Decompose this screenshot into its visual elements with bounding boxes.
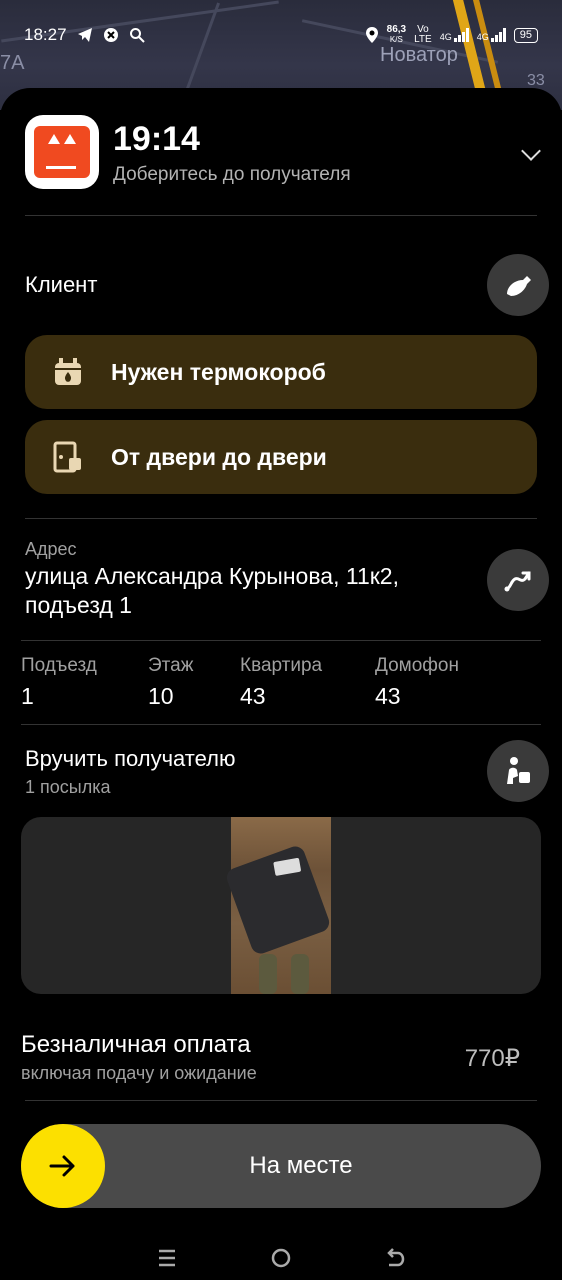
divider — [21, 724, 541, 725]
delivery-app-icon — [25, 115, 99, 189]
tag-label: От двери до двери — [111, 443, 327, 470]
handover-subtitle: 1 посылка — [25, 777, 111, 797]
apartment-label: Квартира — [240, 655, 323, 676]
payment-amount: 770₽ — [464, 1045, 520, 1072]
phone-icon — [507, 276, 531, 296]
back-icon[interactable] — [384, 1247, 406, 1269]
payment-subtitle: включая подачу и ожидание — [21, 1063, 257, 1083]
arrived-slider[interactable]: На месте — [21, 1124, 541, 1208]
tag-door-to-door: От двери до двери — [25, 420, 537, 494]
signal-2: 4G — [477, 28, 506, 42]
eta-subtitle: Доберитесь до получателя — [113, 164, 351, 185]
divider — [25, 518, 537, 519]
thermobox-icon — [55, 358, 81, 385]
entrance-info: Подъезд 1 — [21, 655, 97, 710]
person-with-parcel-icon — [507, 757, 530, 784]
tag-label: Нужен термокороб — [111, 358, 326, 385]
order-header-card[interactable]: 19:14 Доберитесь до получателя — [0, 88, 562, 240]
search-icon — [129, 28, 145, 43]
status-bar: 18:27 86,3 K/S Vo LTE 4G 4G 95 — [0, 0, 562, 70]
home-icon[interactable] — [270, 1247, 292, 1269]
status-time: 18:27 — [24, 25, 67, 44]
app-notification-icon — [103, 28, 118, 42]
entrance-value: 1 — [21, 683, 34, 709]
tag-thermobox: Нужен термокороб — [25, 335, 537, 409]
signal-1: 4G — [440, 28, 469, 42]
volte-indicator: Vo LTE — [414, 24, 432, 45]
apartment-value: 43 — [240, 683, 266, 709]
intercom-value: 43 — [375, 683, 401, 709]
address-label: Адрес — [25, 539, 77, 559]
entrance-label: Подъезд — [21, 655, 97, 676]
divider — [21, 640, 541, 641]
intercom-info: Домофон 43 — [375, 655, 459, 710]
net-speed: 86,3 K/S — [386, 24, 407, 45]
eta-time: 19:14 — [113, 120, 200, 158]
route-button[interactable] — [487, 549, 549, 611]
floor-value: 10 — [148, 683, 174, 709]
payment-title: Безналичная оплата — [21, 1031, 251, 1058]
intercom-label: Домофон — [375, 655, 459, 676]
apartment-info: Квартира 43 — [240, 655, 322, 710]
parcel-photo[interactable] — [224, 817, 332, 994]
call-client-button[interactable] — [487, 254, 549, 316]
location-icon — [365, 27, 378, 43]
address-value[interactable]: улица Александра Курынова, 11к2, подъезд… — [25, 562, 465, 620]
client-title: Клиент — [25, 272, 98, 297]
door-to-door-icon — [53, 441, 81, 473]
arrow-right-icon — [49, 1155, 75, 1177]
system-nav-bar — [0, 1236, 562, 1280]
floor-label: Этаж — [148, 655, 194, 676]
handover-button[interactable] — [487, 740, 549, 802]
route-icon — [504, 571, 531, 592]
telegram-icon — [77, 28, 92, 42]
divider — [25, 215, 537, 216]
battery-indicator: 95 — [513, 27, 538, 43]
chevron-down-icon[interactable] — [521, 141, 541, 161]
handover-title: Вручить получателю — [25, 746, 236, 771]
parcel-photo-container[interactable] — [21, 817, 541, 994]
divider — [25, 1100, 537, 1101]
floor-info: Этаж 10 — [148, 655, 193, 710]
slider-knob[interactable] — [21, 1124, 105, 1208]
recent-apps-icon[interactable] — [156, 1247, 178, 1269]
